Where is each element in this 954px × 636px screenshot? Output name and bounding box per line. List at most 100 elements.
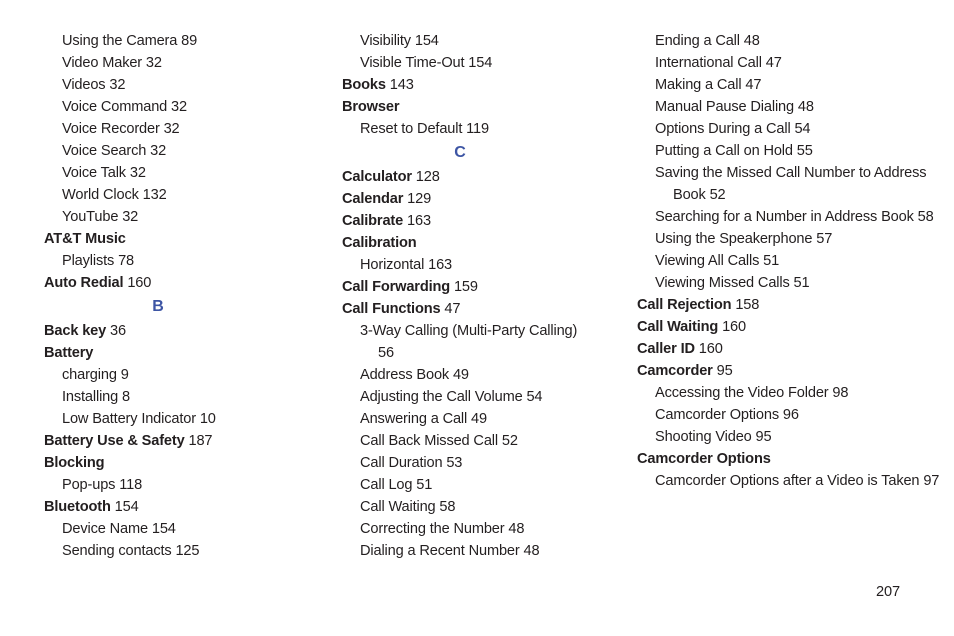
index-entry-label: Videos <box>62 77 106 93</box>
index-sub-entry: Video Maker 32 <box>62 52 290 74</box>
index-main-entry: Auto Redial 160 <box>44 272 290 294</box>
index-entry-page-number: 154 <box>151 521 176 537</box>
index-entry-label: Battery Use & Safety <box>44 433 185 449</box>
index-main-entry: Camcorder 95 <box>637 360 940 382</box>
index-letter-heading: C <box>454 144 466 161</box>
index-entry-label: Voice Search <box>62 143 147 159</box>
index-entry-page-number: 55 <box>796 143 813 159</box>
index-entry-label: Pop-ups <box>62 477 116 493</box>
index-main-entry: Calibration <box>342 232 588 254</box>
index-sub-entry: Viewing All Calls 51 <box>655 250 940 272</box>
index-entry-page-number: 97 <box>923 473 940 489</box>
index-main-entry: Call Functions 47 <box>342 298 588 320</box>
index-main-entry: Call Waiting 160 <box>637 316 940 338</box>
index-entry-page-number: 32 <box>109 77 126 93</box>
index-sub-entry: charging 9 <box>62 364 290 386</box>
index-entry-page-number: 32 <box>171 99 187 115</box>
index-main-entry: Call Forwarding 159 <box>342 276 588 298</box>
index-entry-label: Call Waiting <box>637 319 719 335</box>
index-entry-label: Saving the Missed Call Number to Address… <box>655 165 927 203</box>
index-entry-page-number: 160 <box>698 341 723 357</box>
index-entry-label: Browser <box>342 99 400 115</box>
index-entry-page-number: 32 <box>163 121 180 137</box>
index-entry-label: Device Name <box>62 521 148 537</box>
index-entry-page-number: 160 <box>722 319 746 335</box>
index-entry-label: Battery <box>44 345 94 361</box>
index-entry-label: Putting a Call on Hold <box>655 143 793 159</box>
index-entry-label: Voice Recorder <box>62 121 160 137</box>
index-entry-label: YouTube <box>62 209 119 225</box>
index-entry-page-number: 56 <box>378 345 394 361</box>
index-sub-entry: Low Battery Indicator 10 <box>62 408 290 430</box>
index-sub-entry: Voice Recorder 32 <box>62 118 290 140</box>
index-entry-label: Making a Call <box>655 77 742 93</box>
page-number: 207 <box>875 584 900 600</box>
index-entry-page-number: 187 <box>188 433 213 449</box>
index-entry-page-number: 32 <box>145 55 162 71</box>
index-entry-label: Ending a Call <box>655 33 740 49</box>
index-column-2: Visibility 154 Visible Time-Out 154 Books … <box>300 30 598 562</box>
index-entry-page-number: 128 <box>415 169 440 185</box>
index-sub-entry: Dialing a Recent Number 48 <box>360 540 588 562</box>
index-entry-label: Books <box>342 77 386 93</box>
index-entry-label: Horizontal <box>360 257 425 273</box>
index-sub-entry: Making a Call 47 <box>655 74 940 96</box>
index-sub-entry: Manual Pause Dialing 48 <box>655 96 940 118</box>
index-entry-label: Camcorder Options <box>637 451 771 467</box>
index-sub-entry: Call Waiting 58 <box>360 496 588 518</box>
index-entry-label: Call Back Missed Call <box>360 433 498 449</box>
index-entry-label: Manual Pause Dialing <box>655 99 794 115</box>
index-main-entry: Bluetooth 154 <box>44 496 290 518</box>
index-entry-page-number: 163 <box>407 213 431 229</box>
index-entry-page-number: 98 <box>832 385 849 401</box>
index-entry-label: Calibrate <box>342 213 404 229</box>
index-entry-page-number: 58 <box>439 499 456 515</box>
index-entry-label: Options During a Call <box>655 121 791 137</box>
index-entry-label: Installing <box>62 389 119 405</box>
index-entry-page-number: 32 <box>122 209 139 225</box>
index-sub-entry: Reset to Default 119 <box>360 118 588 140</box>
index-sub-entry: International Call 47 <box>655 52 940 74</box>
index-sub-entry: Playlists 78 <box>62 250 290 272</box>
index-entry-page-number: 32 <box>129 165 146 181</box>
index-entry-page-number: 52 <box>501 433 518 449</box>
index-entry-page-number: 49 <box>452 367 469 383</box>
index-entry-label: Playlists <box>62 253 115 269</box>
index-entry-page-number: 160 <box>127 275 152 291</box>
index-entry-label: Dialing a Recent Number <box>360 543 520 559</box>
index-entry-label: Voice Command <box>62 99 168 115</box>
index-sub-entry: Camcorder Options 96 <box>655 404 940 426</box>
index-entry-label: Auto Redial <box>44 275 124 291</box>
index-entry-label: Calculator <box>342 169 412 185</box>
index-entry-label: Camcorder Options <box>655 407 779 423</box>
index-sub-entry: Videos 32 <box>62 74 290 96</box>
index-sub-entry: 3-Way Calling (Multi-Party Calling) 56 <box>360 320 588 364</box>
index-entry-label: Viewing All Calls <box>655 253 760 269</box>
index-entry-page-number: 154 <box>414 33 439 49</box>
index-entry-label: Address Book <box>360 367 450 383</box>
index-entry-label: Answering a Call <box>360 411 468 427</box>
index-entry-page-number: 58 <box>917 209 934 225</box>
index-main-entry: Caller ID 160 <box>637 338 940 360</box>
index-entry-label: 3-Way Calling (Multi-Party Calling) <box>360 323 578 339</box>
index-entry-label: Searching for a Number in Address Book <box>655 209 914 225</box>
index-sub-entry: Call Log 51 <box>360 474 588 496</box>
index-entry-page-number: 32 <box>150 143 167 159</box>
index-entry-page-number: 49 <box>471 411 487 427</box>
index-entry-page-number: 129 <box>407 191 432 207</box>
index-entry-label: Low Battery Indicator <box>62 411 196 427</box>
index-sub-entry: Visible Time-Out 154 <box>360 52 588 74</box>
index-entry-page-number: 47 <box>444 301 461 317</box>
index-main-entry: Browser <box>342 96 588 118</box>
index-entry-page-number: 132 <box>142 187 167 203</box>
index-sub-entry: Searching for a Number in Address Book 5… <box>655 206 940 228</box>
index-sub-entry: Putting a Call on Hold 55 <box>655 140 940 162</box>
index-entry-page-number: 96 <box>782 407 799 423</box>
index-entry-label: Shooting Video <box>655 429 752 445</box>
index-entry-label: Calendar <box>342 191 404 207</box>
index-sub-entry: Pop-ups 118 <box>62 474 290 496</box>
index-entry-label: International Call <box>655 55 762 71</box>
index-entry-label: Using the Camera <box>62 33 178 49</box>
index-entry-page-number: 143 <box>389 77 414 93</box>
index-entry-page-number: 47 <box>765 55 782 71</box>
